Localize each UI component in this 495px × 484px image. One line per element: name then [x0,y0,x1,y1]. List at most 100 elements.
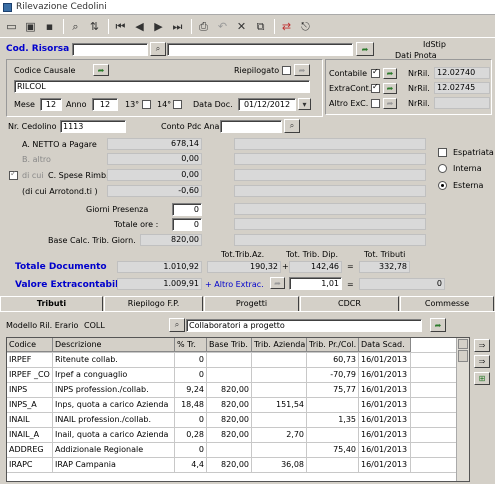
table-cell: 4,4 [175,458,207,472]
totale-ore-note [234,218,426,230]
altro-exc-checkbox[interactable] [371,99,380,108]
contabile-nrril-label: NrRil. [408,69,430,78]
green-arrow-icon[interactable]: ➦ [383,83,397,94]
tab-tributi[interactable]: Tributi [0,296,103,311]
tab-cdcr[interactable]: CDCR [300,296,399,311]
delete-icon[interactable]: ✕ [233,18,250,35]
modello-desc-field[interactable]: Collaboratori a progetto [186,319,422,332]
esterna-radio[interactable] [438,181,447,190]
interna-radio[interactable] [438,164,447,173]
totale-documento-label: Totale Documento [15,262,107,272]
espatriata-checkbox[interactable] [438,148,447,157]
arrow-icon[interactable]: ➦ [383,98,397,109]
table-cell [307,428,359,442]
first-record-icon[interactable]: ⏮ [112,18,129,35]
tab-progetti[interactable]: Progetti [204,296,299,311]
table-row[interactable]: INPS_A Inps, quota a carico Azienda 18,48 8… [7,398,469,413]
table-cell: Addizionale Regionale [53,443,175,457]
previous-record-icon[interactable]: ◀ [131,18,148,35]
giorni-input[interactable]: 0 [172,203,202,216]
green-arrow-icon[interactable]: ➦ [430,318,446,332]
di-cui-checkbox[interactable]: ✓ [9,169,18,180]
quattordicesima-checkbox[interactable] [173,100,182,109]
contabile-checkbox[interactable]: ✓ [371,67,380,78]
extracont-checkbox[interactable]: ✓ [371,82,380,93]
table-row[interactable]: INPS INPS profession./collab. 9,24 820,00 75… [7,383,469,398]
netto-note [234,138,426,150]
find-icon[interactable]: ⌕ [67,18,84,35]
column-header[interactable]: Base Trib. [207,338,252,352]
cod-risorsa-input[interactable] [72,43,148,56]
new-icon[interactable]: ▭ [3,18,20,35]
search-icon[interactable]: ⌕ [169,318,185,332]
copy-icon[interactable]: ⧉ [252,18,269,35]
arrotond-label: (di cui Arrotond.ti ) [22,187,98,196]
column-header[interactable]: Descrizione [53,338,175,352]
toolbar-separator [191,19,192,34]
exit-icon[interactable]: ⎋ [297,18,314,35]
next-record-icon[interactable]: ▶ [150,18,167,35]
table-row[interactable]: INAIL_A Inail, quota a carico Azienda 0,28… [7,428,469,443]
tab-riepilogo-fp[interactable]: Riepilogo F.P. [104,296,203,311]
save-icon[interactable]: ▪ [41,18,58,35]
table-cell: Irpef a conguaglio [53,368,175,382]
table-row[interactable]: ADDREG Addizionale Regionale 0 75,40 16/01/2… [7,443,469,458]
tab-commesse[interactable]: Commesse [400,296,494,311]
print-icon[interactable]: ⎙ [195,18,212,35]
trib-dip-value: 142,46 [289,261,342,273]
sort-icon[interactable]: ⇅ [86,18,103,35]
calendar-icon[interactable]: ▾ [298,98,311,110]
data-doc-input[interactable]: 01/12/2012 [238,98,296,111]
search-icon[interactable]: ⌕ [150,42,166,56]
green-arrow-icon[interactable]: ➦ [93,64,109,76]
column-header[interactable]: Trib. Pr./Col. [307,338,359,352]
modello-label: Modello Ril. Erario [6,321,79,330]
last-record-icon[interactable]: ⏭ [169,18,186,35]
table-body: IRPEF Ritenute collab. 0 60,73 16/01/2013 IRP… [7,353,469,473]
column-header[interactable]: % Tr. [175,338,207,352]
undo-icon[interactable]: ↶ [214,18,231,35]
table-cell: INAIL_A [7,428,53,442]
arrow-icon[interactable]: ➦ [270,277,285,289]
table-cell: IRPEF _CO [7,368,53,382]
nr-cedolino-input[interactable]: 1113 [60,120,126,133]
table-row[interactable]: IRPEF Ritenute collab. 0 60,73 16/01/2013 [7,353,469,368]
excel-icon[interactable]: ⊞ [474,372,490,385]
tab-bar: Tributi Riepilogo F.P. Progetti CDCR Com… [0,296,495,311]
table-cell: 2,70 [252,428,307,442]
anno-input[interactable]: 12 [92,98,118,111]
risorsa-name-field[interactable] [167,43,353,56]
green-arrow-icon[interactable]: ➦ [383,68,397,79]
search-icon[interactable]: ⌕ [284,119,300,133]
codice-causale-input[interactable]: RILCOL [14,80,310,93]
arrow-icon[interactable]: ➦ [294,64,310,76]
green-arrow-icon[interactable]: ➦ [356,42,374,56]
altro-extrac-input[interactable]: 1,01 [289,277,342,290]
esterna-label: Esterna [453,181,484,190]
table-row[interactable]: INAIL INAIL profession./collab. 0 820,00 1,3… [7,413,469,428]
column-header[interactable]: Trib. Azienda [252,338,307,352]
column-header[interactable]: Codice [7,338,53,352]
insert-row-icon[interactable]: ⇒ [474,355,490,368]
window-title: Rilevazione Cedolini [16,2,107,12]
open-folder-icon[interactable]: ▣ [22,18,39,35]
table-cell: INPS [7,383,53,397]
conto-pdc-input[interactable] [220,120,282,133]
table-cell: Inps, quota a carico Azienda [53,398,175,412]
contabile-label: Contabile [329,69,368,78]
riepilogato-checkbox[interactable] [282,66,291,75]
nr-cedolino-label: Nr. Cedolino [8,122,57,131]
table-row[interactable]: IRAPC IRAP Campania 4,4 820,00 36,08 16/01/20… [7,458,469,473]
altro-label: B. altro [22,155,51,164]
refresh-icon[interactable]: ⇄ [278,18,295,35]
mese-input[interactable]: 12 [40,98,62,111]
tredicesima-checkbox[interactable] [142,100,151,109]
table-scrollbar[interactable] [456,338,469,481]
table-row[interactable]: IRPEF _CO Irpef a conguaglio 0 -70,79 16/01/… [7,368,469,383]
quattordicesima-label: 14° [157,100,172,109]
table-cell [207,443,252,457]
totale-ore-input[interactable]: 0 [172,218,202,231]
table-cell: INAIL profession./collab. [53,413,175,427]
add-row-icon[interactable]: ⇒ [474,339,490,352]
column-header[interactable]: Data Scad. [359,338,411,352]
